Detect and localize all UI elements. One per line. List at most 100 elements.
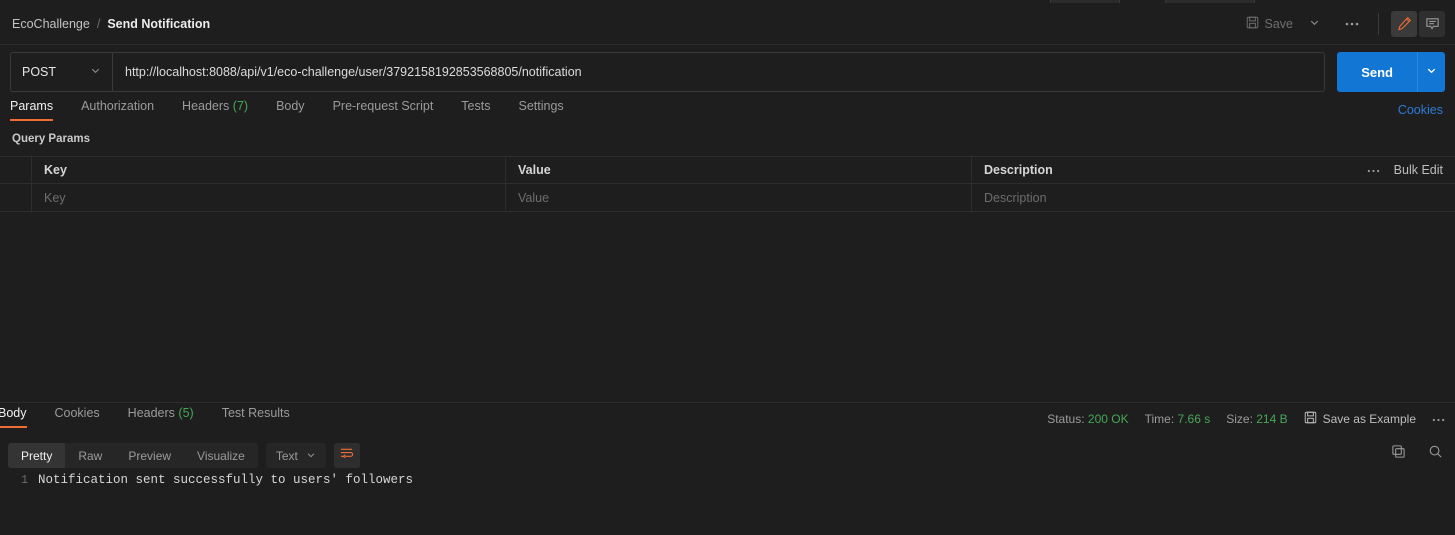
breadcrumb-current: Send Notification	[107, 16, 211, 31]
save-as-example-button[interactable]: Save as Example	[1304, 411, 1416, 427]
status-badge: Status: 200 OK	[1047, 412, 1128, 426]
http-method-value: POST	[22, 65, 57, 79]
header-actions: Save	[1237, 3, 1455, 44]
response-right-icons	[1391, 444, 1443, 464]
send-dropdown-button[interactable]	[1417, 52, 1445, 92]
tab-headers[interactable]: Headers (7)	[168, 99, 262, 121]
header-value-label: Value	[518, 163, 551, 177]
table-header-row: Key Value Description Bulk Edit	[0, 156, 1455, 184]
response-status-bar: Status: 200 OK Time: 7.66 s Size: 214 B …	[1047, 411, 1445, 427]
header-key-cell: Key	[32, 157, 506, 183]
view-mode-preview[interactable]: Preview	[115, 443, 184, 468]
send-button[interactable]: Send	[1337, 52, 1417, 92]
response-view-mode-group: Pretty Raw Preview Visualize	[8, 443, 258, 468]
tab-body-label: Body	[276, 99, 305, 113]
response-tab-cookies[interactable]: Cookies	[41, 406, 114, 428]
line-number: 1	[21, 474, 28, 487]
time-label: Time:	[1144, 412, 1175, 426]
search-button[interactable]	[1428, 444, 1443, 464]
pencil-icon	[1397, 16, 1412, 31]
response-format-toolbar: Pretty Raw Preview Visualize Text	[8, 443, 360, 468]
bulk-edit-button[interactable]: Bulk Edit	[1394, 163, 1443, 177]
save-as-example-label: Save as Example	[1322, 412, 1416, 426]
size-badge: Size: 214 B	[1226, 412, 1287, 426]
header-description-cell: Description Bulk Edit	[972, 157, 1455, 183]
chevron-down-icon	[306, 449, 316, 463]
cookies-link[interactable]: Cookies	[1398, 103, 1443, 117]
header-description-label: Description	[984, 163, 1053, 177]
row-key-placeholder: Key	[44, 190, 66, 205]
url-input[interactable]: http://localhost:8088/api/v1/eco-challen…	[112, 52, 1326, 92]
response-tab-cookies-label: Cookies	[54, 406, 100, 420]
tab-params-label: Params	[10, 99, 54, 113]
search-icon	[1428, 445, 1443, 463]
response-type-value: Text	[275, 448, 298, 463]
row-value-placeholder: Value	[518, 190, 550, 205]
row-value-input[interactable]: Value	[506, 184, 972, 211]
tab-authorization[interactable]: Authorization	[67, 99, 168, 121]
params-more-button[interactable]	[1367, 164, 1380, 176]
postman-window: EcoChallenge / Send Notification Save PO…	[0, 0, 1455, 535]
tab-body[interactable]: Body	[262, 99, 319, 121]
response-body-viewer[interactable]: 1 Notification sent successfully to user…	[0, 471, 1455, 535]
tab-settings[interactable]: Settings	[504, 99, 577, 121]
view-mode-visualize[interactable]: Visualize	[184, 443, 258, 468]
response-tab-headers-label: Headers	[127, 406, 175, 420]
response-tab-headers-count: (5)	[178, 406, 194, 420]
save-button[interactable]: Save	[1237, 11, 1303, 37]
response-tab-body[interactable]: Body	[0, 406, 41, 428]
tab-headers-label: Headers	[182, 99, 230, 113]
save-button-group: Save	[1237, 11, 1327, 37]
response-tab-test-results-label: Test Results	[221, 406, 290, 420]
edit-mode-button[interactable]	[1391, 10, 1417, 37]
save-button-label: Save	[1264, 16, 1294, 31]
floppy-icon	[1246, 16, 1259, 32]
http-method-select[interactable]: POST	[10, 52, 112, 92]
breadcrumb-root[interactable]: EcoChallenge	[12, 17, 90, 31]
tab-settings-label: Settings	[518, 99, 564, 113]
size-label: Size:	[1226, 412, 1253, 426]
url-text: http://localhost:8088/api/v1/eco-challen…	[125, 65, 582, 79]
comments-button[interactable]	[1419, 10, 1445, 37]
comment-icon	[1425, 16, 1440, 31]
table-header-actions: Bulk Edit	[1367, 163, 1455, 177]
breadcrumb-separator: /	[96, 16, 101, 31]
response-more-button[interactable]	[1432, 413, 1445, 425]
header-divider	[1378, 12, 1379, 35]
word-wrap-button[interactable]	[333, 443, 360, 468]
row-key-input[interactable]: Key	[32, 184, 506, 211]
header-key-label: Key	[44, 163, 67, 177]
time-badge: Time: 7.66 s	[1145, 412, 1211, 426]
floppy-icon	[1304, 411, 1317, 427]
tab-pre-request-script[interactable]: Pre-request Script	[319, 99, 448, 121]
status-label: Status:	[1047, 412, 1085, 426]
row-select-cell[interactable]	[0, 184, 32, 211]
view-mode-pretty[interactable]: Pretty	[8, 443, 66, 468]
chevron-down-icon	[90, 65, 101, 79]
chevron-down-icon	[1426, 63, 1437, 81]
tab-params[interactable]: Params	[10, 99, 67, 121]
more-horizontal-icon	[1432, 418, 1445, 422]
response-tab-test-results[interactable]: Test Results	[208, 406, 304, 428]
response-body-text: Notification sent successfully to users'…	[38, 473, 414, 487]
row-description-placeholder: Description	[984, 190, 1047, 205]
copy-button[interactable]	[1391, 444, 1406, 464]
breadcrumb-bar: EcoChallenge / Send Notification Save	[0, 3, 1455, 45]
copy-icon	[1391, 445, 1406, 463]
response-type-select[interactable]: Text	[265, 443, 326, 468]
view-mode-raw[interactable]: Raw	[65, 443, 115, 468]
word-wrap-icon	[339, 446, 354, 466]
code-line: 1 Notification sent successfully to user…	[0, 471, 1455, 490]
tab-tests[interactable]: Tests	[447, 99, 504, 121]
header-more-button[interactable]	[1338, 11, 1366, 37]
header-icon-buttons	[1391, 10, 1445, 37]
row-description-input[interactable]: Description	[972, 184, 1455, 211]
chevron-down-icon	[1309, 15, 1320, 33]
more-horizontal-icon	[1367, 169, 1379, 173]
response-tab-headers[interactable]: Headers (5)	[114, 406, 208, 428]
query-params-title: Query Params	[12, 133, 90, 145]
table-row: Key Value Description	[0, 184, 1455, 212]
header-value-cell: Value	[506, 157, 972, 183]
response-divider	[0, 402, 1455, 403]
save-dropdown-button[interactable]	[1302, 11, 1326, 37]
